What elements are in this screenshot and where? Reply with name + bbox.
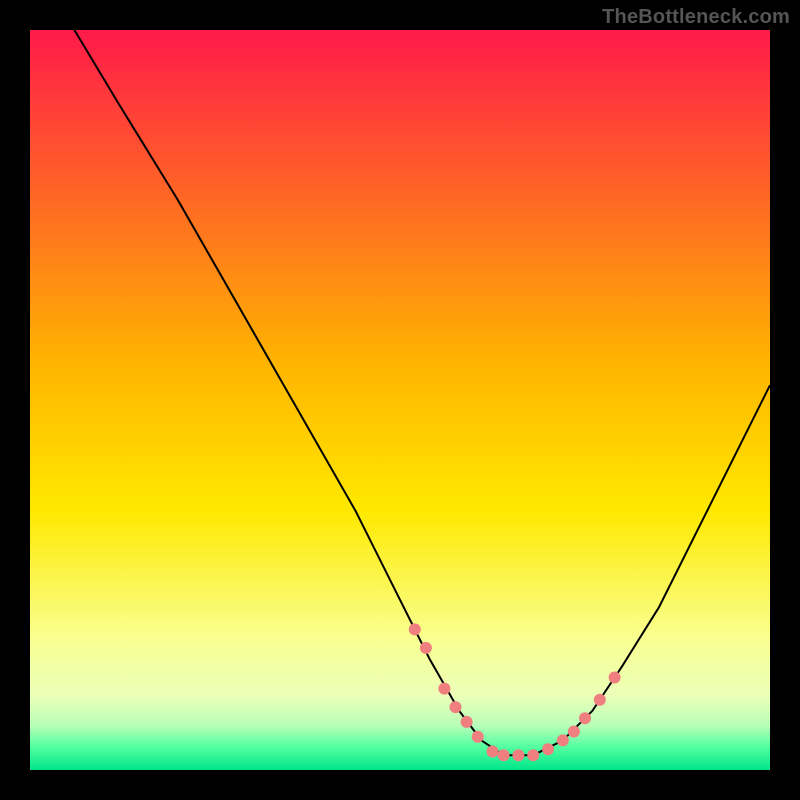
marker-point bbox=[498, 749, 510, 761]
marker-point bbox=[472, 731, 484, 743]
marker-point bbox=[542, 743, 554, 755]
marker-point bbox=[527, 749, 539, 761]
marker-point bbox=[594, 694, 606, 706]
marker-point bbox=[461, 716, 473, 728]
marker-point bbox=[579, 712, 591, 724]
marker-point bbox=[512, 749, 524, 761]
marker-point bbox=[409, 623, 421, 635]
marker-point bbox=[487, 746, 499, 758]
marker-point bbox=[438, 683, 450, 695]
chart-svg bbox=[30, 30, 770, 770]
marker-point bbox=[609, 672, 621, 684]
marker-point bbox=[557, 734, 569, 746]
watermark-label: TheBottleneck.com bbox=[602, 6, 790, 29]
marker-point bbox=[450, 701, 462, 713]
chart-frame: TheBottleneck.com bbox=[0, 0, 800, 800]
plot-area bbox=[30, 30, 770, 770]
marker-point bbox=[420, 642, 432, 654]
marker-point bbox=[568, 726, 580, 738]
